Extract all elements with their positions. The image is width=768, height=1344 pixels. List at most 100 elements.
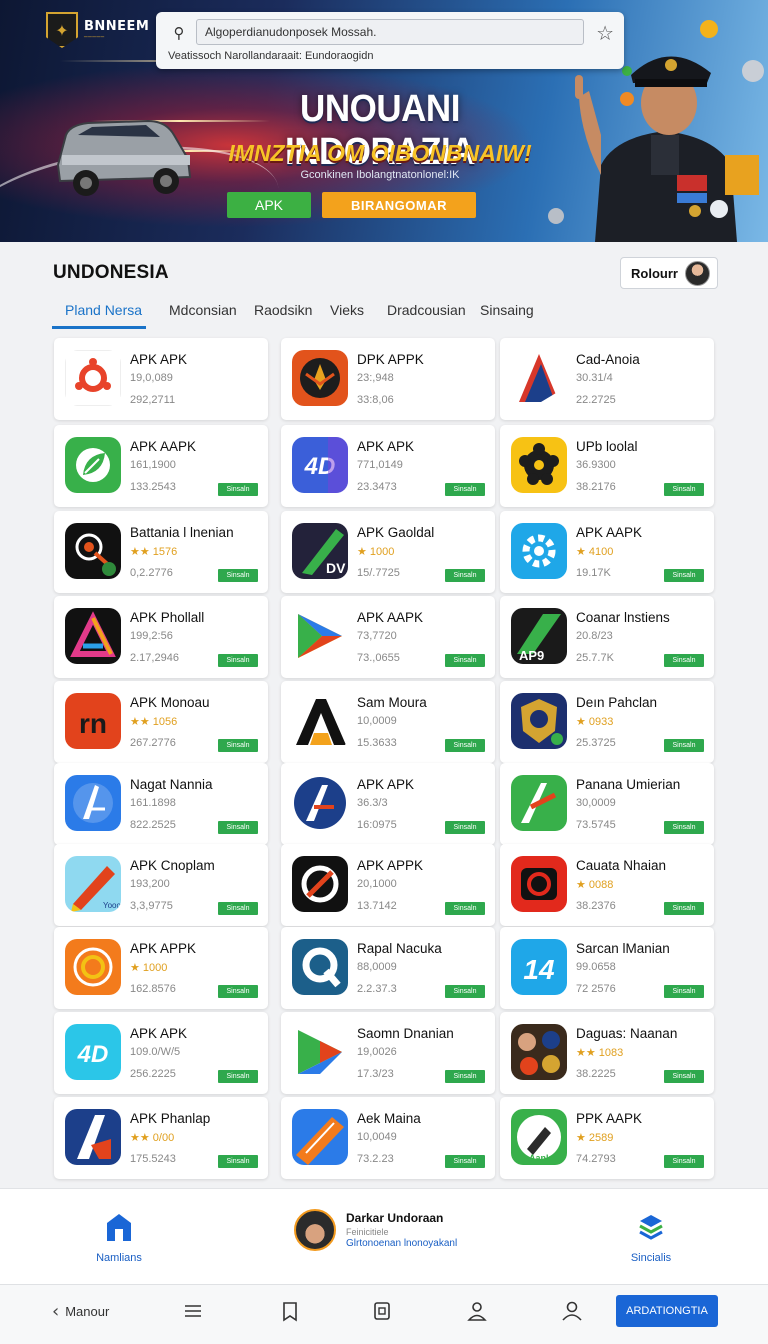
install-button[interactable]: Sinsaln xyxy=(445,1070,485,1083)
q-icon xyxy=(292,939,348,995)
ap9-icon: AP9 xyxy=(511,608,567,664)
app-card[interactable]: DPK APPK 23:,948 33:8,06 xyxy=(281,338,495,420)
install-button[interactable]: Sinsaln xyxy=(218,1155,258,1168)
app-downloads: 20,1000 xyxy=(357,878,397,890)
app-downloads: 30,0009 xyxy=(576,797,616,809)
chevron-left-icon: ‹ xyxy=(52,1301,60,1322)
install-button[interactable]: Sinsaln xyxy=(218,569,258,582)
install-button[interactable]: Sinsaln xyxy=(664,1070,704,1083)
blue-gear-icon xyxy=(511,523,567,579)
person-icon[interactable] xyxy=(465,1299,489,1323)
app-downloads: 161.1898 xyxy=(130,797,176,809)
app-card[interactable]: APK AAPK 161,1900 133.2543 Sinsaln xyxy=(54,425,268,507)
app-card[interactable]: Sam Moura 10,0009 15.3633 Sinsaln xyxy=(281,681,495,763)
tab-pland-nersa[interactable]: Pland Nersa xyxy=(65,302,142,318)
install-button[interactable]: Sinsaln xyxy=(664,569,704,582)
install-button[interactable]: Sinsaln xyxy=(445,654,485,667)
app-card[interactable]: APK APK 36.3/3 16:0975 Sinsaln xyxy=(281,763,495,845)
app-name: PPK AAPK xyxy=(576,1111,643,1126)
install-button[interactable]: Sinsaln xyxy=(445,1155,485,1168)
app-name: UPb loolal xyxy=(576,439,638,454)
app-card[interactable]: DV APK Gaoldal ★ 1000 15/.7725 Sinsaln xyxy=(281,511,495,593)
user-profile-button[interactable]: Rolourr xyxy=(620,257,718,289)
install-button[interactable]: Sinsaln xyxy=(664,654,704,667)
app-card[interactable]: Saomn Dnanian 19,0026 17.3/23 Sinsaln xyxy=(281,1012,495,1094)
back-label: Manour xyxy=(65,1304,110,1319)
install-button[interactable]: Sinsaln xyxy=(664,821,704,834)
install-button[interactable]: Sinsaln xyxy=(218,1070,258,1083)
app-card[interactable]: Nagat Nannia 161.1898 822.2525 Sinsaln xyxy=(54,763,268,845)
app-downloads: 23:,948 xyxy=(357,372,394,384)
back-button[interactable]: ‹ Manour xyxy=(52,1301,109,1322)
app-card[interactable]: AP9 Coanar lnstiens 20.8/23 25.7.7K Sinsaln xyxy=(500,596,714,678)
app-card[interactable]: APK Phanlap ★★ 0/00 175.5243 Sinsaln xyxy=(54,1097,268,1179)
install-button[interactable]: Sinsaln xyxy=(445,985,485,998)
orange-swirl-icon xyxy=(65,939,121,995)
app-card[interactable]: APK APPK ★ 1000 162.8576 Sinsaln xyxy=(54,927,268,1009)
app-card[interactable]: Aek Maina 10,0049 73.2.23 Sinsaln xyxy=(281,1097,495,1179)
app-name: APK Gaoldal xyxy=(357,525,435,540)
install-button[interactable]: Sinsaln xyxy=(664,985,704,998)
square-icon[interactable] xyxy=(370,1299,394,1323)
install-button[interactable]: Sinsaln xyxy=(664,1155,704,1168)
install-button[interactable]: Sinsaln xyxy=(664,739,704,752)
app-card[interactable]: Rapal Nacuka 88,0009 2.2.37.3 Sinsaln xyxy=(281,927,495,1009)
install-button[interactable]: Sinsaln xyxy=(218,483,258,496)
footer-sincialis[interactable]: Sincialis xyxy=(616,1211,686,1264)
install-button[interactable]: Sinsaln xyxy=(664,902,704,915)
tab-sinsaing[interactable]: Sinsaing xyxy=(480,302,534,318)
tab-mdconsian[interactable]: Mdconsian xyxy=(169,302,237,318)
install-button[interactable]: Sinsaln xyxy=(218,902,258,915)
install-button[interactable]: Sinsaln xyxy=(445,739,485,752)
emblem-icon xyxy=(292,350,348,406)
app-card[interactable]: Aank PPK AAPK ★ 2589 74.2793 Sinsaln xyxy=(500,1097,714,1179)
bookmark-icon[interactable] xyxy=(278,1299,302,1323)
app-card[interactable]: Deın Pahclan ★ 0933 25.3725 Sinsaln xyxy=(500,681,714,763)
app-name: APK Monoau xyxy=(130,695,210,710)
app-card[interactable]: APK APPK 20,1000 13.7142 Sinsaln xyxy=(281,844,495,926)
app-card[interactable]: Yooo APK Cnoplam 193,200 3,3,9775 Sinsaln xyxy=(54,844,268,926)
app-card[interactable]: 14 Sarcan lManian 99.0658 72 2576 Sinsaln xyxy=(500,927,714,1009)
account-icon[interactable] xyxy=(560,1299,584,1323)
install-button[interactable]: Sinsaln xyxy=(218,654,258,667)
search-input[interactable] xyxy=(196,19,584,45)
app-card[interactable]: rn APK Monoau ★★ 1056 267.2776 Sinsaln xyxy=(54,681,268,763)
install-button[interactable]: Sinsaln xyxy=(218,985,258,998)
star-icon[interactable]: ☆ xyxy=(596,21,614,45)
primary-cta-button[interactable]: ARDATIONGTIA xyxy=(616,1295,718,1327)
tab-vieks[interactable]: Vieks xyxy=(330,302,364,318)
app-card[interactable]: UPb loolal 36.9300 38.2176 Sinsaln xyxy=(500,425,714,507)
install-button[interactable]: Sinsaln xyxy=(445,821,485,834)
app-card[interactable]: Battania l lnenian ★★ 1576 0,2.2776 Sinsaln xyxy=(54,511,268,593)
app-card[interactable]: Panana Umierian 30,0009 73.5745 Sinsaln xyxy=(500,763,714,845)
tab-raodsikn[interactable]: Raodsikn xyxy=(254,302,312,318)
footer-profile-link[interactable]: Glrtonoenan lnonoyakanl xyxy=(346,1238,457,1249)
footer-namlians[interactable]: Namlians xyxy=(82,1211,156,1264)
app-card[interactable]: APK Phollall 199,2:56 2.17,2946 Sinsaln xyxy=(54,596,268,678)
secondary-cta-button[interactable]: BIRANGOMAR xyxy=(322,192,476,218)
app-card[interactable]: APK AAPK ★ 4100 19.17K Sinsaln xyxy=(500,511,714,593)
install-button[interactable]: Sinsaln xyxy=(445,483,485,496)
menu-icon[interactable] xyxy=(181,1299,205,1323)
install-button[interactable]: Sinsaln xyxy=(218,739,258,752)
app-card[interactable]: Daguas: Naanan ★★ 1083 38.2225 Sinsaln xyxy=(500,1012,714,1094)
search-icon[interactable]: ⚲ xyxy=(168,22,190,44)
install-button[interactable]: Sinsaln xyxy=(664,483,704,496)
app-card[interactable]: 4D APK APK 771,0149 23.3473 Sinsaln xyxy=(281,425,495,507)
brand-logo[interactable]: ✦ BNNEEM ───── xyxy=(46,12,149,48)
install-button[interactable]: Sinsaln xyxy=(445,569,485,582)
install-button[interactable]: Sinsaln xyxy=(445,902,485,915)
footer-profile-sub: Feinicitiele xyxy=(346,1227,389,1237)
tab-dradcousian[interactable]: Dradcousian xyxy=(387,302,466,318)
app-size: 2.17,2946 xyxy=(130,652,179,664)
svg-text:Aank: Aank xyxy=(529,1153,552,1163)
app-card[interactable]: APK APK 19,0,089 292,2711 xyxy=(54,338,268,420)
app-card[interactable]: Cad-Anoia 30.31/4 22.2725 xyxy=(500,338,714,420)
install-button[interactable]: Sinsaln xyxy=(218,821,258,834)
apk-button[interactable]: APK xyxy=(227,192,311,218)
app-card[interactable]: Cauata Nhaian ★ 0088 38.2376 Sinsaln xyxy=(500,844,714,926)
app-size: 74.2793 xyxy=(576,1153,616,1165)
app-card[interactable]: APK AAPK 73,7720 73.,0655 Sinsaln xyxy=(281,596,495,678)
app-card[interactable]: 4D APK APK 109.0/W/5 256.2225 Sinsaln xyxy=(54,1012,268,1094)
red-a-icon xyxy=(511,350,567,406)
